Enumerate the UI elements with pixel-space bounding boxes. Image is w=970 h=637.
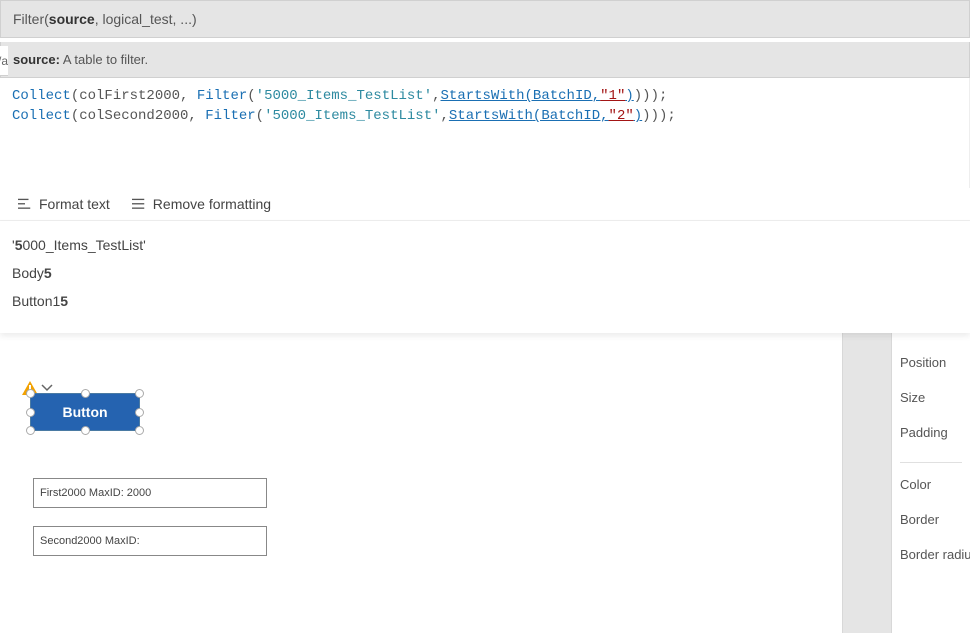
prop-size[interactable]: Size	[900, 380, 962, 415]
left-panel-sliver: /a	[0, 46, 8, 76]
sig-pre: Filter(	[13, 11, 49, 27]
format-text-button[interactable]: Format text	[18, 196, 110, 212]
selected-button-control[interactable]: Button	[30, 393, 140, 431]
resize-handle-tl[interactable]	[26, 389, 35, 398]
button-label: Button	[62, 404, 107, 420]
tooltip-text: A table to filter.	[60, 52, 148, 67]
panel-resize-gutter[interactable]	[842, 333, 892, 633]
chevron-down-icon	[40, 383, 54, 393]
text-input-second2000[interactable]: Second2000 MaxID:	[33, 526, 267, 556]
main-area: Button First2000 MaxID: 2000 Second2000 …	[0, 333, 970, 633]
code-line[interactable]: Collect(colSecond2000, Filter('5000_Item…	[12, 106, 957, 126]
autocomplete-item[interactable]: Body5	[12, 259, 958, 287]
sig-post: , logical_test, ...)	[95, 11, 197, 27]
resize-handle-tc[interactable]	[81, 389, 90, 398]
resize-handle-mr[interactable]	[135, 408, 144, 417]
prop-color[interactable]: Color	[900, 467, 962, 502]
autocomplete-item[interactable]: '5000_Items_TestList'	[12, 231, 958, 259]
resize-handle-tr[interactable]	[135, 389, 144, 398]
resize-handle-br[interactable]	[135, 426, 144, 435]
resize-handle-ml[interactable]	[26, 408, 35, 417]
formula-editor[interactable]: Collect(colFirst2000, Filter('5000_Items…	[0, 78, 970, 188]
text-input-value: Second2000 MaxID:	[40, 535, 140, 547]
code-line[interactable]: Collect(colFirst2000, Filter('5000_Items…	[12, 86, 957, 106]
properties-panel: Position Size Padding Color Border Borde…	[892, 333, 970, 633]
text-input-first2000[interactable]: First2000 MaxID: 2000	[33, 478, 267, 508]
text-input-value: First2000 MaxID: 2000	[40, 487, 151, 499]
prop-padding[interactable]: Padding	[900, 415, 962, 450]
function-signature-bar: Filter(source, logical_test, ...)	[0, 0, 970, 38]
autocomplete-panel: '5000_Items_TestList' Body5 Button15	[0, 221, 970, 333]
format-text-icon	[18, 197, 32, 211]
parameter-tooltip: source: A table to filter.	[0, 42, 970, 78]
remove-formatting-icon	[132, 197, 146, 211]
prop-position[interactable]: Position	[900, 345, 962, 380]
design-canvas[interactable]: Button First2000 MaxID: 2000 Second2000 …	[0, 333, 842, 633]
prop-border[interactable]: Border	[900, 502, 962, 537]
resize-handle-bc[interactable]	[81, 426, 90, 435]
remove-formatting-button[interactable]: Remove formatting	[132, 196, 271, 212]
format-toolbar: Format text Remove formatting	[0, 188, 970, 221]
properties-divider	[900, 462, 962, 463]
tooltip-label: source:	[13, 52, 60, 67]
prop-border-radius[interactable]: Border radiu	[900, 537, 962, 572]
resize-handle-bl[interactable]	[26, 426, 35, 435]
sig-bold: source	[49, 11, 95, 27]
autocomplete-item[interactable]: Button15	[12, 287, 958, 315]
